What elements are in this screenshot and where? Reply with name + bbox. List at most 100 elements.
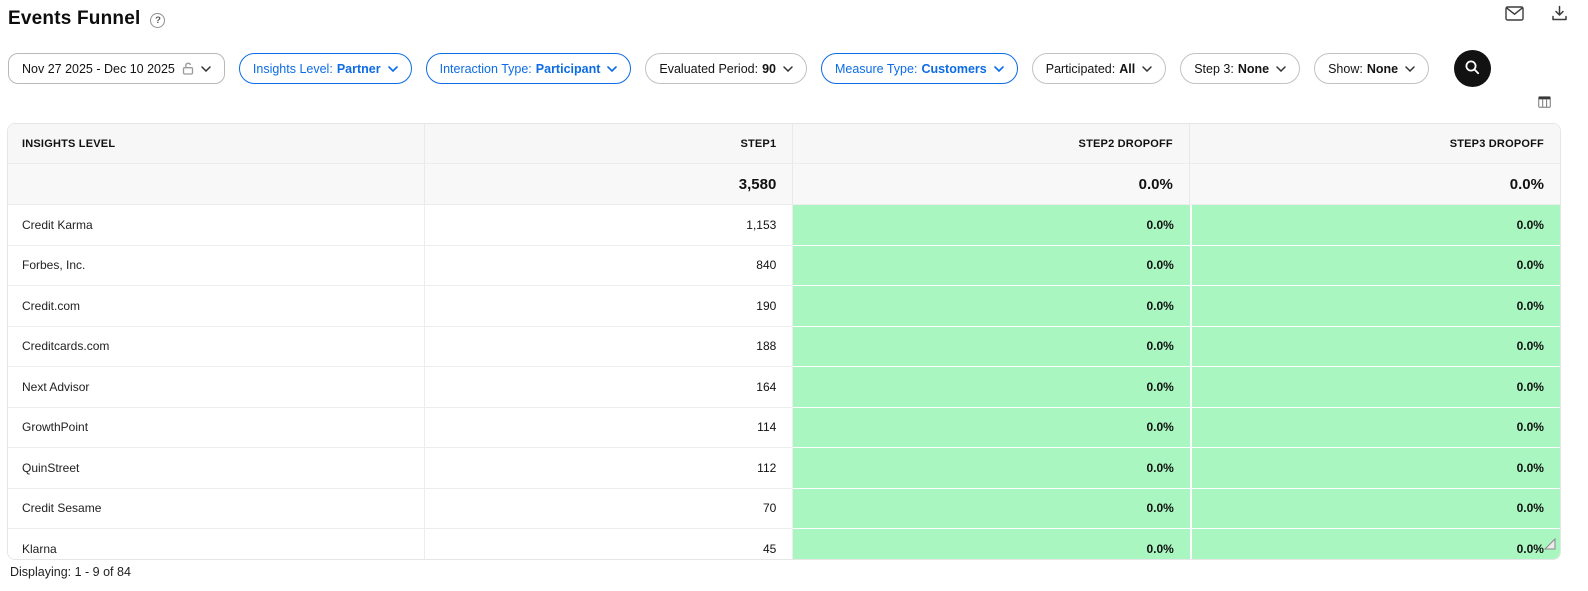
lock-open-icon <box>182 62 194 75</box>
date-range-label: Nov 27 2025 - Dec 10 2025 <box>22 62 175 76</box>
step1-value: 70 <box>425 489 793 530</box>
show-filter[interactable]: Show: None <box>1314 53 1429 84</box>
show-value: None <box>1367 62 1398 76</box>
chevron-down-icon <box>201 66 211 72</box>
insights-level-filter[interactable]: Insights Level: Partner <box>239 53 412 84</box>
step1-value: 112 <box>425 448 793 489</box>
partner-name: QuinStreet <box>8 448 425 489</box>
column-header-step3-dropoff[interactable]: STEP3 DROPOFF <box>1190 124 1560 164</box>
measure-type-label: Measure Type: <box>835 62 917 76</box>
step2-dropoff-value: 0.0% <box>793 205 1190 246</box>
interaction-type-value: Participant <box>536 62 601 76</box>
summary-step3-dropoff: 0.0% <box>1190 164 1560 205</box>
table-row[interactable]: Forbes, Inc. 840 0.0% 0.0% <box>8 246 1560 287</box>
events-funnel-page: Events Funnel ? Nov 27 2025 - Dec 10 202… <box>0 0 1588 591</box>
step3-dropoff-value: 0.0% <box>1190 529 1560 560</box>
page-header: Events Funnel ? <box>8 8 165 30</box>
step3-dropoff-value: 0.0% <box>1190 205 1560 246</box>
measure-type-filter[interactable]: Measure Type: Customers <box>821 53 1018 84</box>
step3-label: Step 3: <box>1194 62 1234 76</box>
step1-value: 190 <box>425 286 793 327</box>
chevron-down-icon <box>994 66 1004 72</box>
insights-level-value: Partner <box>337 62 381 76</box>
insights-level-label: Insights Level: <box>253 62 333 76</box>
partner-name: Next Advisor <box>8 367 425 408</box>
page-title: Events Funnel <box>8 8 140 30</box>
step2-dropoff-value: 0.0% <box>793 408 1190 449</box>
step1-value: 45 <box>425 529 793 560</box>
help-icon[interactable]: ? <box>150 13 165 28</box>
funnel-table: INSIGHTS LEVEL STEP1 STEP2 DROPOFF STEP3… <box>7 123 1561 560</box>
table-row[interactable]: Next Advisor 164 0.0% 0.0% <box>8 367 1560 408</box>
table-header-row: INSIGHTS LEVEL STEP1 STEP2 DROPOFF STEP3… <box>8 124 1560 164</box>
step3-filter[interactable]: Step 3: None <box>1180 53 1300 84</box>
table-row[interactable]: GrowthPoint 114 0.0% 0.0% <box>8 408 1560 449</box>
table-summary-row: 3,580 0.0% 0.0% <box>8 164 1560 205</box>
table-row[interactable]: Credit.com 190 0.0% 0.0% <box>8 286 1560 327</box>
chevron-down-icon <box>1142 66 1152 72</box>
step1-value: 188 <box>425 327 793 368</box>
step2-dropoff-value: 0.0% <box>793 367 1190 408</box>
interaction-type-filter[interactable]: Interaction Type: Participant <box>426 53 632 84</box>
step3-dropoff-value: 0.0% <box>1190 408 1560 449</box>
step1-value: 164 <box>425 367 793 408</box>
table-row[interactable]: Credit Sesame 70 0.0% 0.0% <box>8 489 1560 530</box>
step2-dropoff-value: 0.0% <box>793 327 1190 368</box>
step3-value: None <box>1238 62 1269 76</box>
show-label: Show: <box>1328 62 1363 76</box>
step3-dropoff-value: 0.0% <box>1190 367 1560 408</box>
chevron-down-icon <box>1405 66 1415 72</box>
partner-name: Creditcards.com <box>8 327 425 368</box>
step1-value: 1,153 <box>425 205 793 246</box>
partner-name: Credit Karma <box>8 205 425 246</box>
step2-dropoff-value: 0.0% <box>793 529 1190 560</box>
search-icon <box>1464 59 1481 79</box>
table-row[interactable]: Creditcards.com 188 0.0% 0.0% <box>8 327 1560 368</box>
chevron-down-icon <box>388 66 398 72</box>
header-actions <box>1505 5 1568 22</box>
step3-dropoff-value: 0.0% <box>1190 286 1560 327</box>
table-row[interactable]: QuinStreet 112 0.0% 0.0% <box>8 448 1560 489</box>
partner-name: Credit Sesame <box>8 489 425 530</box>
pagination-status: Displaying: 1 - 9 of 84 <box>10 565 131 579</box>
participated-label: Participated: <box>1046 62 1115 76</box>
participated-filter[interactable]: Participated: All <box>1032 53 1166 84</box>
summary-blank-cell <box>8 164 425 205</box>
column-header-insights-level[interactable]: INSIGHTS LEVEL <box>8 124 425 164</box>
download-icon[interactable] <box>1551 5 1568 22</box>
summary-step2-dropoff: 0.0% <box>793 164 1190 205</box>
table-row[interactable]: Credit Karma 1,153 0.0% 0.0% <box>8 205 1560 246</box>
evaluated-period-label: Evaluated Period: <box>659 62 758 76</box>
chevron-down-icon <box>607 66 617 72</box>
table-row[interactable]: Klarna 45 0.0% 0.0% <box>8 529 1560 560</box>
step3-dropoff-value: 0.0% <box>1190 448 1560 489</box>
step1-value: 114 <box>425 408 793 449</box>
date-range-filter[interactable]: Nov 27 2025 - Dec 10 2025 <box>8 53 225 84</box>
step2-dropoff-value: 0.0% <box>793 246 1190 287</box>
measure-type-value: Customers <box>921 62 986 76</box>
column-header-step1[interactable]: STEP1 <box>425 124 793 164</box>
partner-name: Klarna <box>8 529 425 560</box>
evaluated-period-value: 90 <box>762 62 776 76</box>
partner-name: GrowthPoint <box>8 408 425 449</box>
chevron-down-icon <box>1276 66 1286 72</box>
column-header-step2-dropoff[interactable]: STEP2 DROPOFF <box>793 124 1190 164</box>
step1-value: 840 <box>425 246 793 287</box>
email-icon[interactable] <box>1505 6 1524 21</box>
partner-name: Credit.com <box>8 286 425 327</box>
step2-dropoff-value: 0.0% <box>793 448 1190 489</box>
summary-step1-total: 3,580 <box>425 164 793 205</box>
partner-name: Forbes, Inc. <box>8 246 425 287</box>
table-view-icon[interactable] <box>1538 95 1551 113</box>
participated-value: All <box>1119 62 1135 76</box>
filter-bar: Nov 27 2025 - Dec 10 2025 Insights Level… <box>8 50 1491 87</box>
evaluated-period-filter[interactable]: Evaluated Period: 90 <box>645 53 807 84</box>
step2-dropoff-value: 0.0% <box>793 286 1190 327</box>
table-resize-handle[interactable] <box>1544 537 1556 555</box>
search-button[interactable] <box>1454 50 1491 87</box>
chevron-down-icon <box>783 66 793 72</box>
step2-dropoff-value: 0.0% <box>793 489 1190 530</box>
step3-dropoff-value: 0.0% <box>1190 489 1560 530</box>
step3-dropoff-value: 0.0% <box>1190 327 1560 368</box>
step3-dropoff-value: 0.0% <box>1190 246 1560 287</box>
